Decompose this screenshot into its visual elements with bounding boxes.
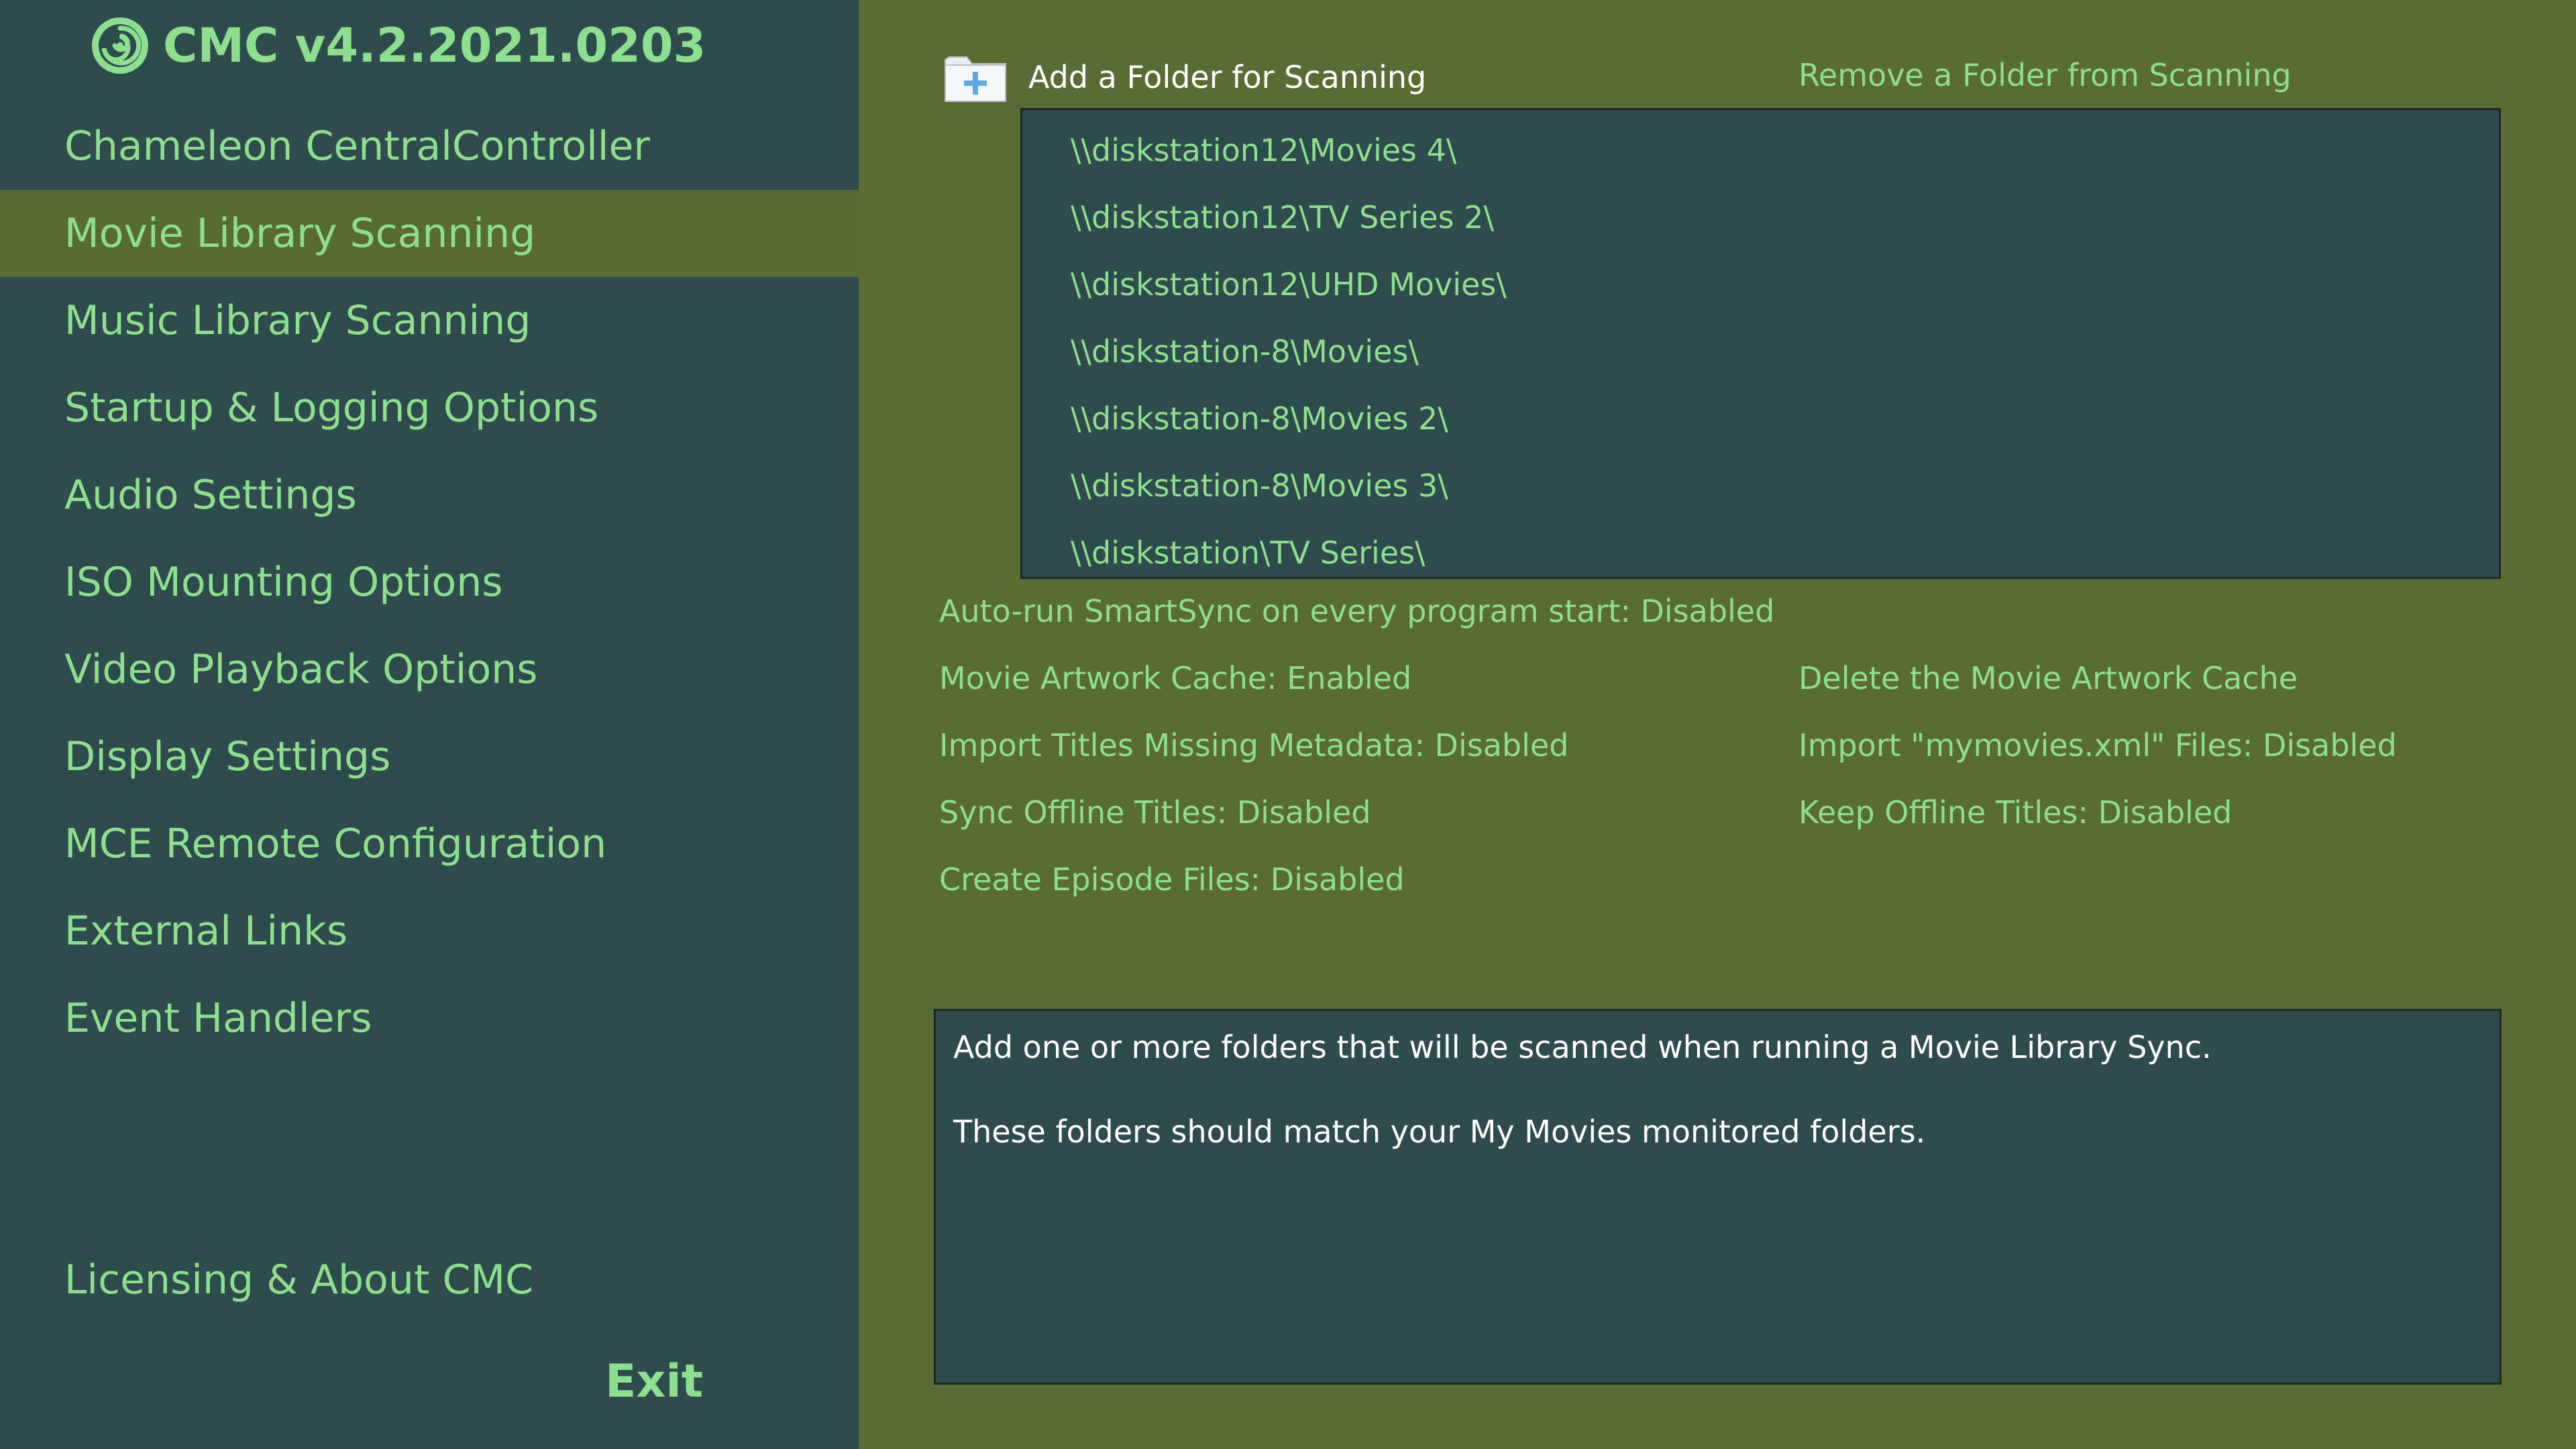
movie-artwork-cache-option[interactable]: Movie Artwork Cache: Enabled xyxy=(939,660,1411,696)
chameleon-logo-icon xyxy=(92,17,148,74)
sidebar-item-label: ISO Mounting Options xyxy=(64,559,503,606)
sidebar-item-iso-mounting-options[interactable]: ISO Mounting Options xyxy=(0,539,859,626)
keep-offline-titles-option[interactable]: Keep Offline Titles: Disabled xyxy=(1799,794,2232,830)
list-item[interactable]: \\diskstation12\UHD Movies\ xyxy=(1071,251,2479,318)
sidebar-item-startup-logging-options[interactable]: Startup & Logging Options xyxy=(0,364,859,451)
auto-run-smartsync-option[interactable]: Auto-run SmartSync on every program star… xyxy=(939,593,1774,629)
sidebar-item-external-links[interactable]: External Links xyxy=(0,888,859,975)
sidebar-item-label: Audio Settings xyxy=(64,472,357,519)
list-item[interactable]: \\diskstation\TV Series\ xyxy=(1071,519,2479,586)
sidebar-item-label: MCE Remote Configuration xyxy=(64,820,607,867)
add-folder-button[interactable]: Add a Folder for Scanning xyxy=(943,47,1426,107)
list-item[interactable]: \\diskstation12\TV Series 2\ xyxy=(1071,184,2479,251)
remove-folder-button[interactable]: Remove a Folder from Scanning xyxy=(1799,57,2292,93)
sidebar-item-chameleon-centralcontroller[interactable]: Chameleon CentralController xyxy=(0,103,859,190)
sidebar-item-label: Licensing & About CMC xyxy=(64,1256,534,1303)
main-panel: Add a Folder for Scanning Remove a Folde… xyxy=(859,0,2576,1449)
sidebar-item-label: Event Handlers xyxy=(64,995,372,1042)
sidebar-item-display-settings[interactable]: Display Settings xyxy=(0,713,859,800)
add-folder-label: Add a Folder for Scanning xyxy=(1028,59,1427,95)
import-mymovies-xml-option[interactable]: Import "mymovies.xml" Files: Disabled xyxy=(1799,727,2397,763)
exit-button[interactable]: Exit xyxy=(605,1355,703,1408)
sidebar-item-event-handlers[interactable]: Event Handlers xyxy=(0,975,859,1062)
list-item[interactable]: \\diskstation-8\Movies 3\ xyxy=(1071,452,2479,519)
sidebar-item-label: External Links xyxy=(64,908,348,955)
create-episode-files-option[interactable]: Create Episode Files: Disabled xyxy=(939,861,1405,898)
import-missing-metadata-option[interactable]: Import Titles Missing Metadata: Disabled xyxy=(939,727,1568,763)
delete-artwork-cache-button[interactable]: Delete the Movie Artwork Cache xyxy=(1799,660,2298,696)
sidebar-item-label: Display Settings xyxy=(64,733,391,780)
sync-offline-titles-option[interactable]: Sync Offline Titles: Disabled xyxy=(939,794,1371,830)
sidebar-item-label: Movie Library Scanning xyxy=(64,210,536,257)
sidebar: CMC v4.2.2021.0203 Chameleon CentralCont… xyxy=(0,0,859,1449)
sidebar-item-mce-remote-configuration[interactable]: MCE Remote Configuration xyxy=(0,800,859,888)
sidebar-item-music-library-scanning[interactable]: Music Library Scanning xyxy=(0,277,859,364)
description-line-2: These folders should match your My Movie… xyxy=(953,1114,1926,1150)
sidebar-item-movie-library-scanning[interactable]: Movie Library Scanning xyxy=(0,190,859,277)
app-title: CMC v4.2.2021.0203 xyxy=(163,18,706,73)
sidebar-item-licensing-about[interactable]: Licensing & About CMC xyxy=(0,1236,859,1324)
sidebar-item-label: Video Playback Options xyxy=(64,646,538,693)
sidebar-item-video-playback-options[interactable]: Video Playback Options xyxy=(0,626,859,713)
add-folder-icon xyxy=(945,56,1006,102)
folder-list[interactable]: \\diskstation12\Movies 4\ \\diskstation1… xyxy=(1020,108,2501,579)
app-header: CMC v4.2.2021.0203 xyxy=(89,15,706,76)
sidebar-item-label: Startup & Logging Options xyxy=(64,384,599,431)
list-item[interactable]: \\diskstation12\Movies 4\ xyxy=(1071,117,2479,184)
sidebar-item-label: Music Library Scanning xyxy=(64,297,531,344)
sidebar-item-label: Chameleon CentralController xyxy=(64,123,651,170)
sidebar-item-audio-settings[interactable]: Audio Settings xyxy=(0,451,859,539)
description-panel: Add one or more folders that will be sca… xyxy=(934,1009,2502,1385)
list-item[interactable]: \\diskstation-8\Movies 2\ xyxy=(1071,385,2479,452)
list-item[interactable]: \\diskstation-8\Movies\ xyxy=(1071,318,2479,385)
description-line-1: Add one or more folders that will be sca… xyxy=(953,1029,2212,1065)
